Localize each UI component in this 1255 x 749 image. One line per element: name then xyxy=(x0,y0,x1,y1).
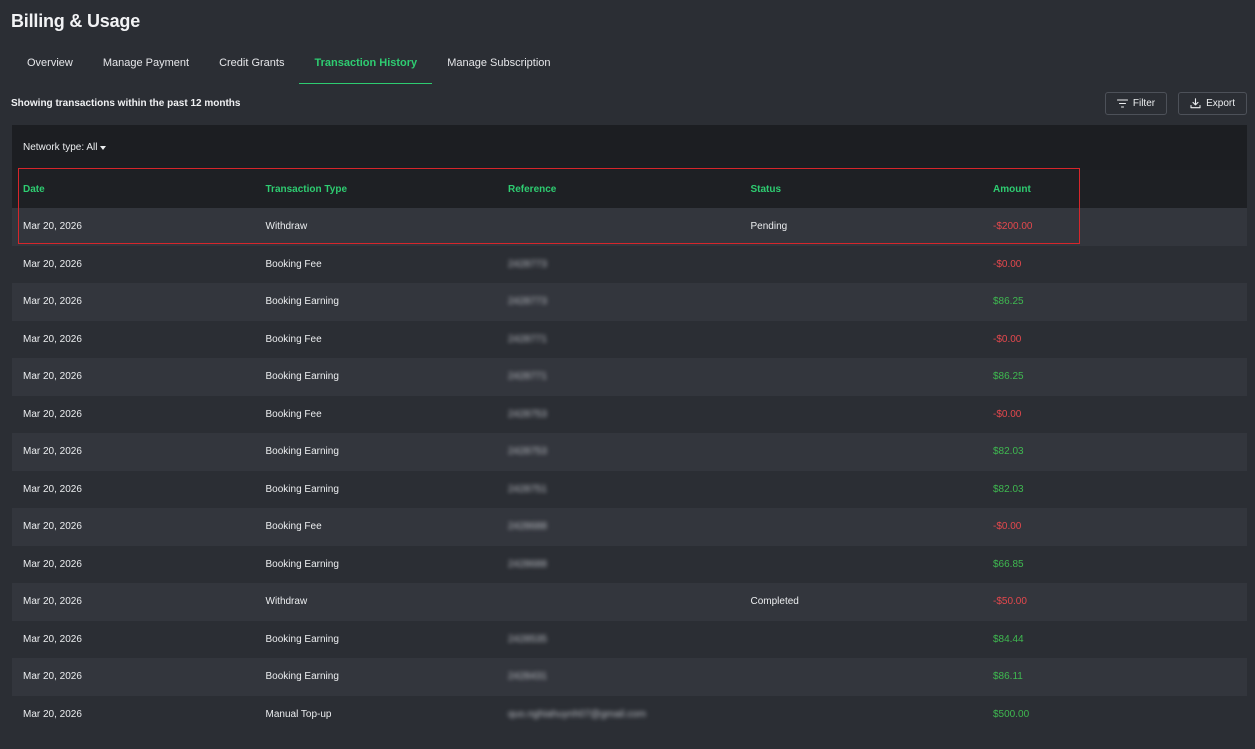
filter-button-label: Filter xyxy=(1132,98,1156,109)
table-row[interactable]: Mar 20, 2026 Manual Top-up quo.nghiahuynh0… xyxy=(12,695,1247,733)
cell-date: Mar 20, 2026 xyxy=(23,596,82,608)
column-header-reference[interactable]: Reference xyxy=(497,184,740,195)
download-icon xyxy=(1190,98,1201,109)
cell-date: Mar 20, 2026 xyxy=(23,446,82,458)
cell-transaction-type: Booking Earning xyxy=(265,671,339,683)
transactions-range-text: Showing transactions within the past 12 … xyxy=(11,98,241,109)
cell-amount: $86.25 xyxy=(993,371,1024,383)
cell-transaction-type: Booking Earning xyxy=(265,371,339,383)
cell-reference: 2428751 xyxy=(508,483,547,495)
table-header-row: Date Transaction Type Reference Status A… xyxy=(12,170,1247,208)
tab-manage-subscription[interactable]: Manage Subscription xyxy=(432,49,565,84)
cell-transaction-type: Booking Earning xyxy=(265,296,339,308)
tab-manage-payment[interactable]: Manage Payment xyxy=(88,49,204,84)
cell-reference: quo.nghiahuynh07@gmail.com xyxy=(508,708,647,720)
cell-amount: $82.03 xyxy=(993,483,1024,495)
table-row[interactable]: Mar 20, 2026 Booking Fee 2428771 -$0.00 xyxy=(12,320,1247,358)
tab-bar: Overview Manage Payment Credit Grants Tr… xyxy=(12,49,566,84)
page-title: Billing & Usage xyxy=(11,11,141,31)
cell-transaction-type: Booking Fee xyxy=(265,333,322,345)
cell-amount: $82.03 xyxy=(993,446,1024,458)
cell-transaction-type: Manual Top-up xyxy=(265,708,332,720)
cell-date: Mar 20, 2026 xyxy=(23,221,82,233)
table-row[interactable]: Mar 20, 2026 Booking Earning 2428431 $86.11 xyxy=(12,658,1247,696)
cell-reference: 2428753 xyxy=(508,446,547,458)
cell-transaction-type: Booking Earning xyxy=(265,633,339,645)
table-row[interactable]: Mar 20, 2026 Booking Earning 2428771 $86.25 xyxy=(12,358,1247,396)
cell-transaction-type: Withdraw xyxy=(265,221,308,233)
tab-transaction-history[interactable]: Transaction History xyxy=(299,49,432,84)
tab-overview[interactable]: Overview xyxy=(12,49,88,84)
tab-credit-grants[interactable]: Credit Grants xyxy=(204,49,299,84)
cell-reference: 2428773 xyxy=(508,296,547,308)
table-row[interactable]: Mar 20, 2026 Booking Earning 2428773 $86.25 xyxy=(12,283,1247,321)
cell-amount: $66.85 xyxy=(993,558,1024,570)
cell-date: Mar 20, 2026 xyxy=(23,296,82,308)
cell-amount: -$0.00 xyxy=(993,521,1022,533)
table-row[interactable]: Mar 20, 2026 Booking Earning 2428535 $84.44 xyxy=(12,620,1247,658)
table-row[interactable]: Mar 20, 2026 Booking Fee 2428688 -$0.00 xyxy=(12,508,1247,546)
table-body: Date Transaction Type Reference Status A… xyxy=(12,170,1247,733)
cell-transaction-type: Withdraw xyxy=(265,596,308,608)
cell-reference: 2428688 xyxy=(508,521,547,533)
column-header-transaction-type[interactable]: Transaction Type xyxy=(255,184,498,195)
billing-usage-page: Billing & Usage Overview Manage Payment … xyxy=(0,0,1255,749)
cell-transaction-type: Booking Fee xyxy=(265,408,322,420)
cell-amount: $86.11 xyxy=(993,671,1023,683)
cell-reference: 2428771 xyxy=(508,333,547,345)
cell-amount: -$50.00 xyxy=(993,596,1027,608)
export-button[interactable]: Export xyxy=(1178,92,1247,115)
cell-date: Mar 20, 2026 xyxy=(23,671,82,683)
cell-transaction-type: Booking Earning xyxy=(265,558,339,570)
table-row[interactable]: Mar 20, 2026 Withdraw Pending -$200.00 xyxy=(12,208,1247,246)
cell-amount: $86.25 xyxy=(993,296,1024,308)
cell-amount: -$0.00 xyxy=(993,258,1022,270)
network-type-label: Network type: All xyxy=(23,142,98,153)
cell-amount: $500.00 xyxy=(993,708,1030,720)
cell-date: Mar 20, 2026 xyxy=(23,521,82,533)
filter-icon xyxy=(1116,99,1128,108)
cell-amount: -$0.00 xyxy=(993,333,1022,345)
cell-date: Mar 20, 2026 xyxy=(23,633,82,645)
transactions-table: Network type: All Date Transaction Type … xyxy=(12,125,1247,733)
cell-date: Mar 20, 2026 xyxy=(23,371,82,383)
column-header-status[interactable]: Status xyxy=(740,184,983,195)
cell-status: Completed xyxy=(750,596,799,608)
cell-date: Mar 20, 2026 xyxy=(23,258,82,270)
cell-transaction-type: Booking Earning xyxy=(265,483,339,495)
cell-date: Mar 20, 2026 xyxy=(23,333,82,345)
export-button-label: Export xyxy=(1206,98,1235,109)
column-header-amount[interactable]: Amount xyxy=(982,184,1247,195)
table-row[interactable]: Mar 20, 2026 Withdraw Completed -$50.00 xyxy=(12,583,1247,621)
cell-reference: 2428771 xyxy=(508,371,547,383)
filter-button[interactable]: Filter xyxy=(1104,92,1168,115)
cell-reference: 2428431 xyxy=(508,671,547,683)
table-actions: Filter Export xyxy=(1104,92,1247,115)
cell-transaction-type: Booking Fee xyxy=(265,521,322,533)
cell-reference: 2428688 xyxy=(508,558,547,570)
network-type-dropdown[interactable]: Network type: All xyxy=(12,125,1247,170)
cell-date: Mar 20, 2026 xyxy=(23,408,82,420)
column-header-date[interactable]: Date xyxy=(12,184,255,195)
caret-down-icon xyxy=(100,145,107,150)
cell-transaction-type: Booking Fee xyxy=(265,258,322,270)
table-row[interactable]: Mar 20, 2026 Booking Fee 2428773 -$0.00 xyxy=(12,245,1247,283)
cell-reference: 2428753 xyxy=(508,408,547,420)
cell-date: Mar 20, 2026 xyxy=(23,558,82,570)
cell-reference: 2428535 xyxy=(508,633,547,645)
cell-status: Pending xyxy=(750,221,788,233)
table-row[interactable]: Mar 20, 2026 Booking Fee 2428753 -$0.00 xyxy=(12,395,1247,433)
table-row[interactable]: Mar 20, 2026 Booking Earning 2428753 $82.03 xyxy=(12,433,1247,471)
cell-transaction-type: Booking Earning xyxy=(265,446,339,458)
cell-amount: $84.44 xyxy=(993,633,1024,645)
cell-date: Mar 20, 2026 xyxy=(23,483,82,495)
cell-date: Mar 20, 2026 xyxy=(23,708,82,720)
cell-amount: -$0.00 xyxy=(993,408,1022,420)
cell-amount: -$200.00 xyxy=(993,221,1033,233)
table-row[interactable]: Mar 20, 2026 Booking Earning 2428688 $66.85 xyxy=(12,545,1247,583)
cell-reference: 2428773 xyxy=(508,258,547,270)
table-row[interactable]: Mar 20, 2026 Booking Earning 2428751 $82.03 xyxy=(12,470,1247,508)
